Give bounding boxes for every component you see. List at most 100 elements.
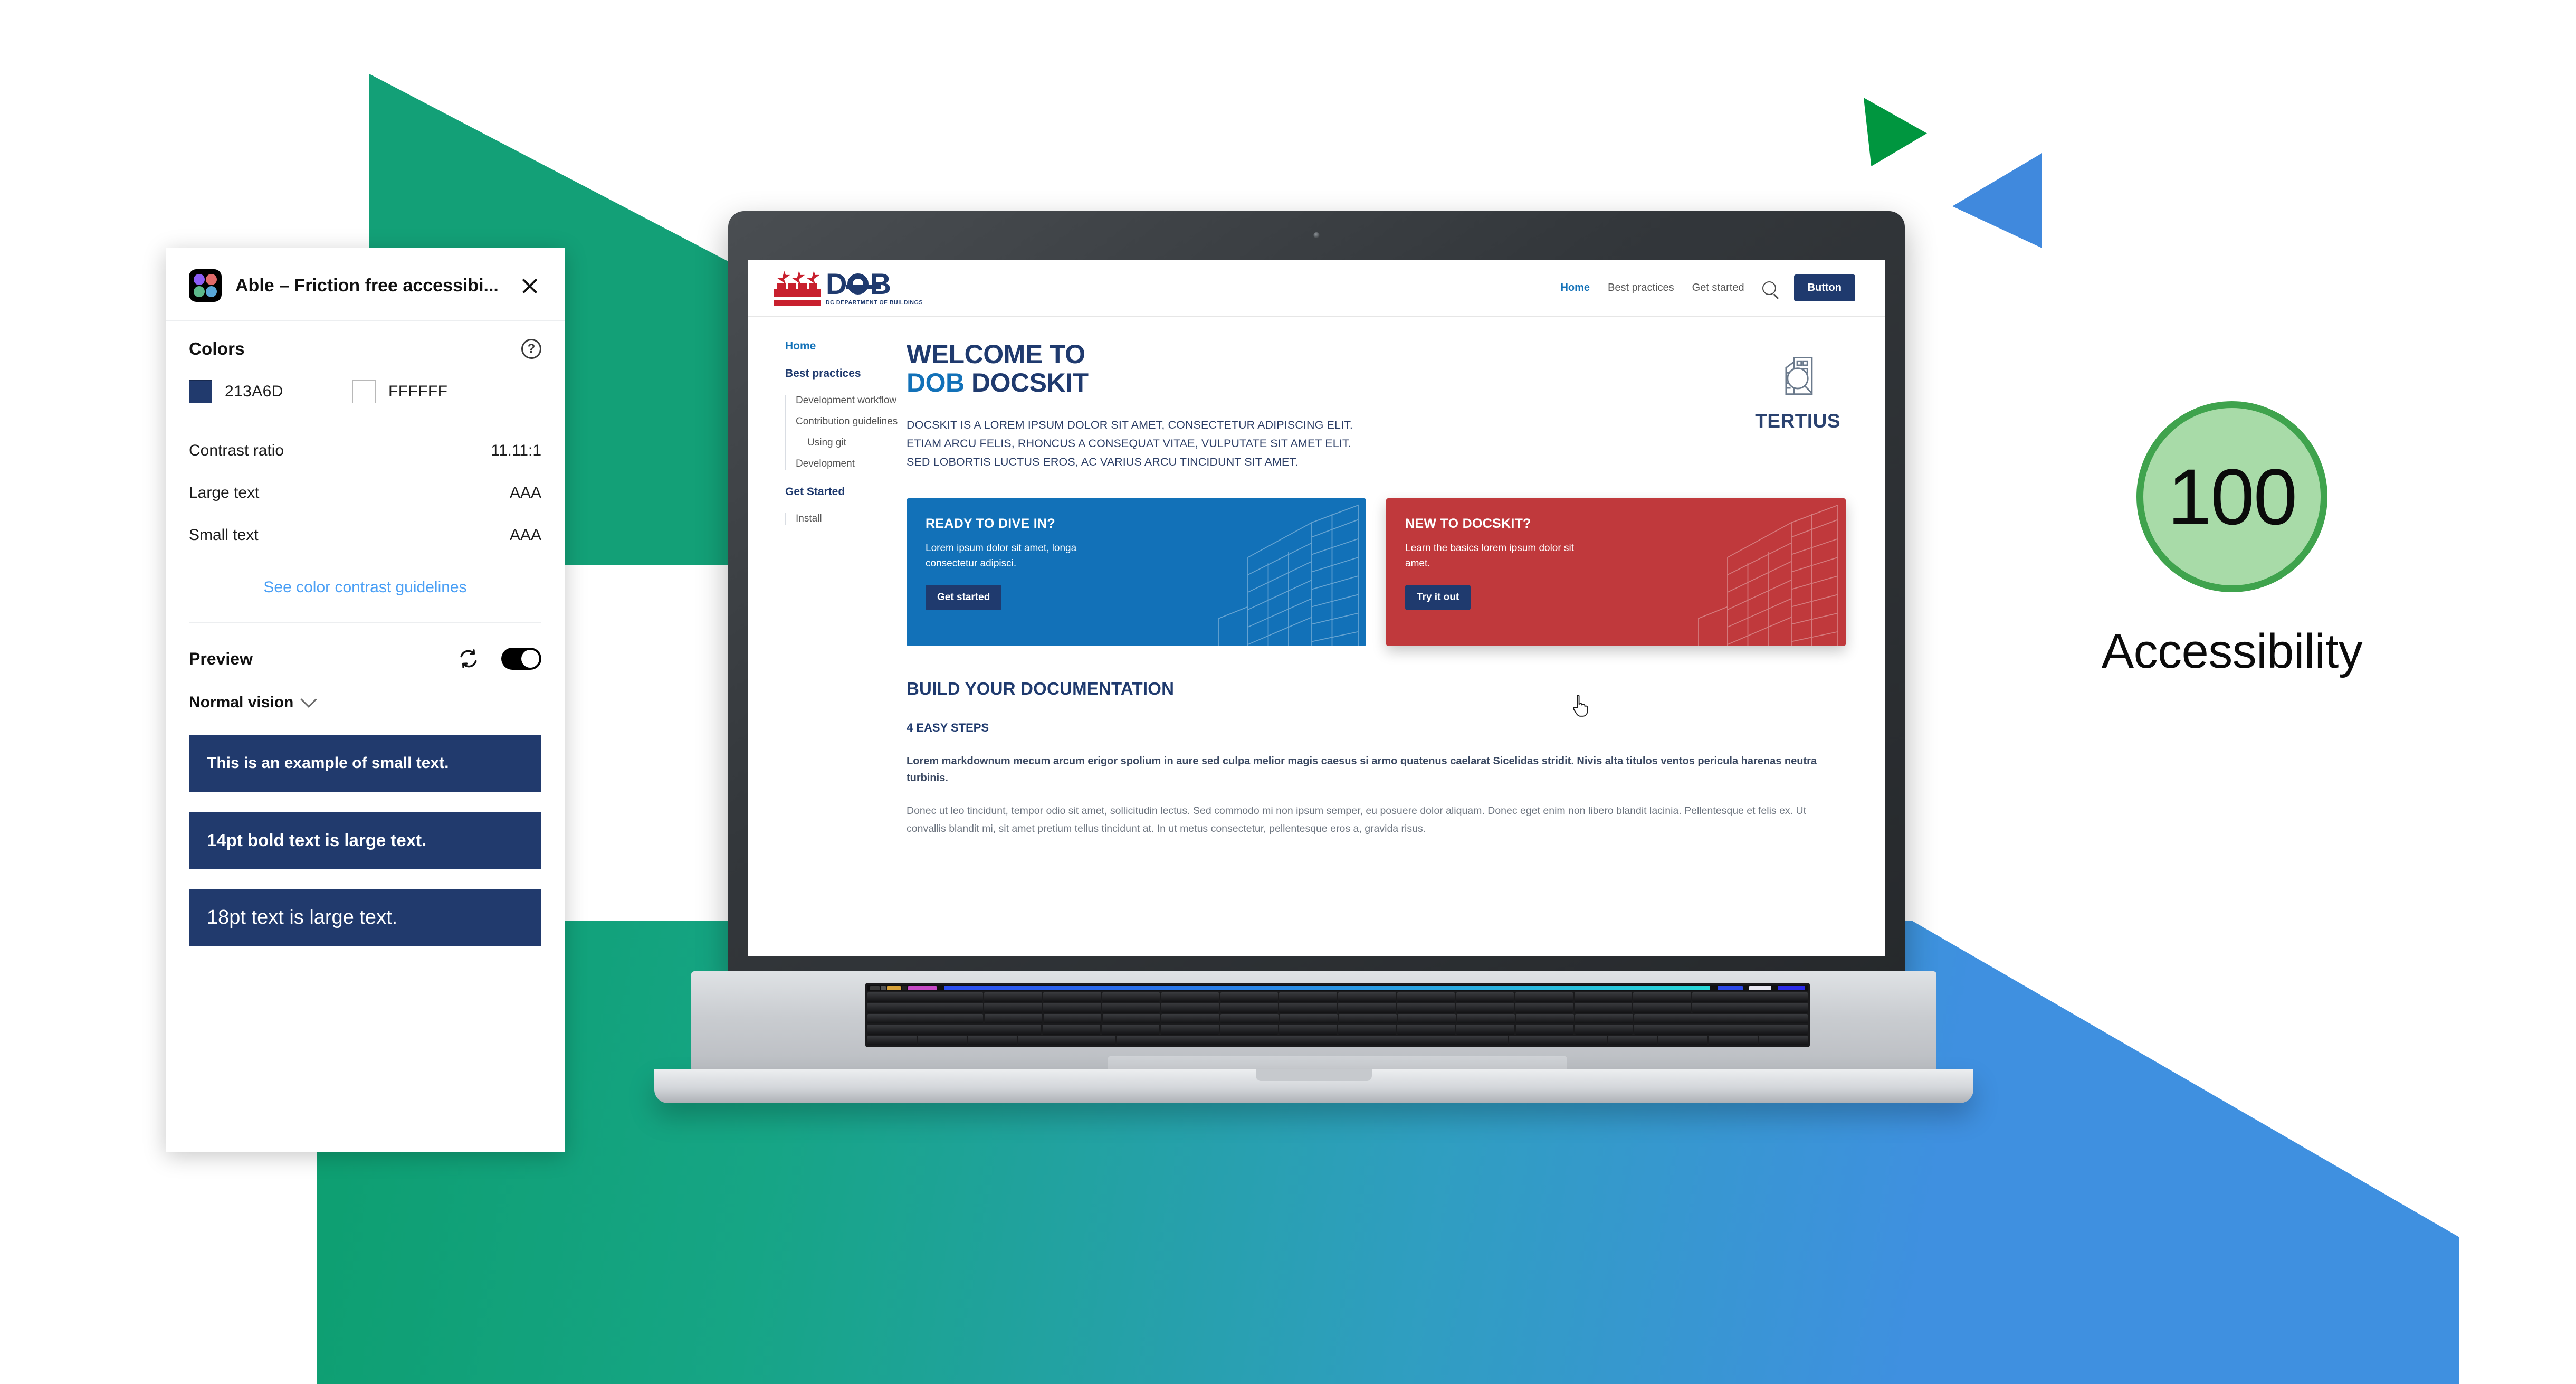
laptop-lid: DB DC DEPARTMENT OF BUILDINGS Home Best …: [728, 211, 1905, 980]
green-arrow-icon: [1864, 98, 1927, 166]
keyboard-row: [867, 1003, 1808, 1013]
sidebar-item-install[interactable]: Install: [796, 513, 907, 525]
sidebar-item-development[interactable]: Development: [796, 458, 907, 470]
color-contrast-guidelines-link[interactable]: See color contrast guidelines: [263, 579, 466, 596]
card-title: READY TO DIVE IN?: [926, 516, 1055, 532]
touch-bar: [867, 985, 1808, 991]
laptop-deck: [691, 971, 1936, 1085]
hero-title-rest: DOCSKIT: [964, 368, 1089, 397]
guidelines-row: See color contrast guidelines: [189, 556, 541, 623]
toggle-knob: [521, 650, 539, 668]
sidebar-item-best-practices[interactable]: Best practices: [785, 367, 907, 380]
sidebar-item-development-workflow[interactable]: Development workflow: [796, 395, 907, 406]
build-documentation-section: BUILD YOUR DOCUMENTATION 4 EASY STEPS Lo…: [907, 679, 1846, 838]
hero-paragraph: DOCSKIT IS A LOREM IPSUM DOLOR SIT AMET,…: [907, 419, 1353, 468]
steps-lead-paragraph: Lorem markdownum mecum arcum erigor spol…: [907, 755, 1817, 784]
accessibility-score-group: 100 Accessibility: [2047, 401, 2417, 679]
colors-header: Colors ?: [189, 321, 541, 362]
hero-title-line1: WELCOME TO: [907, 339, 1085, 369]
tertius-logo: TERTIUS: [1755, 340, 1846, 432]
card-body: Lorem ipsum dolor sit amet, longa consec…: [926, 543, 1077, 569]
foreground-color-picker[interactable]: 213A6D: [189, 380, 352, 403]
site-nav-links: Home Best practices Get started Button: [1560, 274, 1855, 301]
nav-button[interactable]: Button: [1793, 274, 1855, 301]
foreground-swatch: [189, 380, 212, 403]
webcam-icon: [1313, 232, 1320, 238]
keyboard-row: [867, 1025, 1808, 1035]
sidebar-group-get-started: Install: [785, 513, 907, 525]
page-title: WELCOME TO DOB DOCSKIT: [907, 340, 1360, 397]
nav-link-get-started[interactable]: Get started: [1692, 282, 1744, 294]
metric-value: AAA: [509, 484, 541, 501]
vision-mode-select[interactable]: Normal vision: [189, 676, 541, 715]
dob-logo-tagline: DC DEPARTMENT OF BUILDINGS: [826, 299, 923, 306]
able-plugin-icon: [189, 269, 222, 302]
preview-heading: Preview: [189, 649, 253, 668]
site-sidebar: Home Best practices Development workflow…: [748, 340, 907, 838]
sample-18pt-text: 18pt text is large text.: [189, 889, 541, 946]
laptop-lip-notch: [1256, 1069, 1372, 1081]
help-glyph: ?: [527, 342, 536, 356]
preview-header: Preview: [189, 623, 541, 676]
keyboard-row: [867, 992, 1808, 1002]
chevron-down-icon: [300, 691, 317, 708]
laptop-screen: DB DC DEPARTMENT OF BUILDINGS Home Best …: [748, 260, 1885, 956]
steps-body-paragraph: Donec ut leo tincidunt, tempor odio sit …: [907, 805, 1807, 835]
try-it-out-button[interactable]: Try it out: [1405, 585, 1471, 611]
background-hex-label: FFFFFF: [388, 383, 448, 400]
laptop-keyboard: [865, 983, 1810, 1047]
metric-label: Contrast ratio: [189, 442, 284, 459]
sidebar-item-home[interactable]: Home: [785, 340, 907, 353]
score-value: 100: [2167, 452, 2297, 541]
keyboard-row: [867, 1013, 1808, 1024]
close-icon[interactable]: [518, 274, 541, 297]
preview-controls: [457, 647, 541, 670]
dob-logo[interactable]: DB DC DEPARTMENT OF BUILDINGS: [774, 269, 923, 306]
contrast-metrics: Contrast ratio 11.11:1 Large text AAA Sm…: [189, 406, 541, 556]
refresh-icon[interactable]: [457, 647, 480, 670]
metric-row-small-text: Small text AAA: [189, 514, 541, 556]
section-title-row: BUILD YOUR DOCUMENTATION: [907, 679, 1846, 699]
keyboard-row: [867, 1035, 1808, 1046]
nav-link-home[interactable]: Home: [1560, 282, 1590, 294]
laptop-base: [623, 971, 2005, 1108]
hero-title-accent: DOB: [907, 368, 965, 397]
background-swatch: [352, 380, 376, 403]
site-main-content: WELCOME TO DOB DOCSKIT DOCSKIT IS A LORE…: [907, 340, 1885, 838]
color-swatch-row: 213A6D FFFFFF: [189, 362, 541, 406]
sidebar-item-contribution-guidelines[interactable]: Contribution guidelines: [796, 416, 907, 428]
sidebar-group-best-practices: Development workflow Contribution guidel…: [785, 395, 907, 470]
panel-header: Able – Friction free accessibi...: [166, 248, 565, 321]
score-label: Accessibility: [2101, 624, 2363, 678]
mouse-cursor-icon: [1573, 695, 1588, 717]
get-started-button[interactable]: Get started: [926, 585, 1002, 611]
steps-subtitle: 4 EASY STEPS: [907, 721, 989, 735]
background-color-picker[interactable]: FFFFFF: [352, 380, 447, 403]
dob-wordmark: DB DC DEPARTMENT OF BUILDINGS: [826, 269, 923, 306]
poster-canvas: Able – Friction free accessibi... Colors…: [0, 0, 2576, 1384]
sidebar-item-get-started[interactable]: Get Started: [785, 486, 907, 498]
foreground-hex-label: 213A6D: [225, 383, 283, 400]
hero-text-block: WELCOME TO DOB DOCSKIT DOCSKIT IS A LORE…: [907, 340, 1360, 471]
nav-link-best-practices[interactable]: Best practices: [1608, 282, 1674, 294]
metric-label: Large text: [189, 484, 260, 501]
preview-section: Preview Normal vision This is an example…: [166, 623, 565, 946]
preview-toggle[interactable]: [501, 648, 541, 670]
sample-small-text: This is an example of small text.: [189, 735, 541, 792]
help-icon[interactable]: ?: [521, 339, 541, 359]
dc-flag-icon: [774, 274, 821, 306]
card-ready-to-dive-in[interactable]: READY TO DIVE IN? Lorem ipsum dolor sit …: [907, 498, 1366, 647]
panel-title: Able – Friction free accessibi...: [235, 275, 499, 296]
sidebar-item-using-git[interactable]: Using git: [796, 437, 907, 449]
score-circle: 100: [2136, 401, 2327, 592]
card-new-to-docskit[interactable]: NEW TO DOCSKIT? Learn the basics lorem i…: [1386, 498, 1846, 647]
card-body: Learn the basics lorem ipsum dolor sit a…: [1405, 543, 1574, 569]
metric-row-large-text: Large text AAA: [189, 472, 541, 514]
hero-row: WELCOME TO DOB DOCSKIT DOCSKIT IS A LORE…: [907, 340, 1846, 471]
site-navbar: DB DC DEPARTMENT OF BUILDINGS Home Best …: [748, 260, 1885, 317]
search-icon[interactable]: [1762, 281, 1776, 295]
building-magnifier-icon: [1785, 357, 1813, 395]
metric-label: Small text: [189, 526, 259, 544]
metric-value: 11.11:1: [491, 442, 541, 459]
promo-cards: READY TO DIVE IN? Lorem ipsum dolor sit …: [907, 498, 1846, 647]
